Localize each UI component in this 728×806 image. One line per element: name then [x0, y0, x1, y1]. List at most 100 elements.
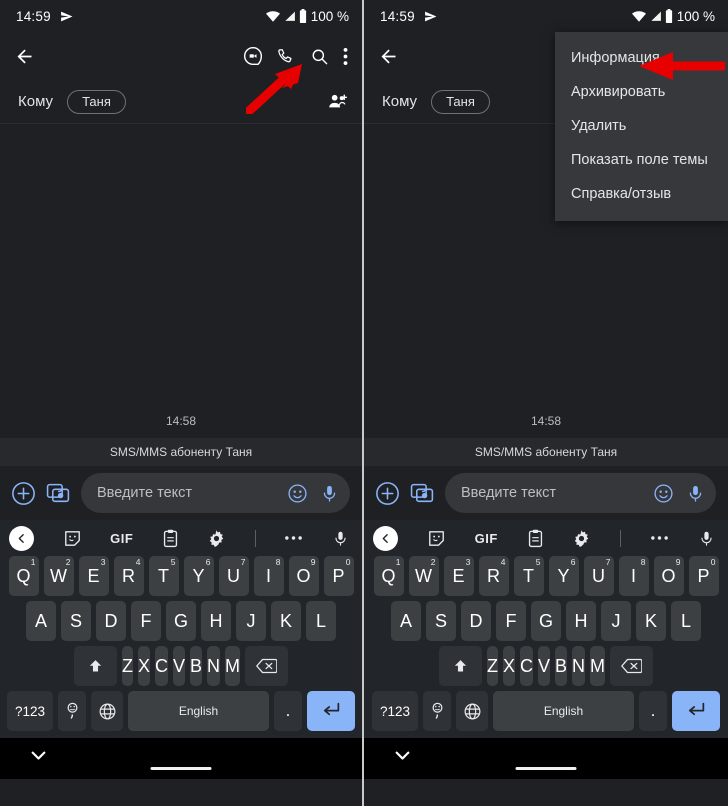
- recipient-chip-tanya[interactable]: Таня: [67, 89, 126, 114]
- clipboard-icon[interactable]: [162, 529, 179, 548]
- key-g[interactable]: G: [166, 601, 196, 641]
- home-indicator[interactable]: [515, 767, 577, 770]
- menu-item-show-subject-field[interactable]: Показать поле темы: [555, 143, 728, 177]
- key-v[interactable]: V: [537, 646, 550, 686]
- gear-icon[interactable]: [572, 529, 591, 548]
- chevron-down-icon[interactable]: [31, 751, 46, 761]
- shift-up-icon[interactable]: [73, 646, 117, 686]
- key-b[interactable]: B: [190, 646, 203, 686]
- emoji-icon[interactable]: [287, 483, 308, 504]
- key-d[interactable]: D: [96, 601, 126, 641]
- recipient-chip-tanya[interactable]: Таня: [431, 89, 490, 114]
- key-o[interactable]: 9O: [653, 556, 684, 596]
- key-p[interactable]: 0P: [323, 556, 354, 596]
- key-c[interactable]: C: [519, 646, 533, 686]
- microphone-icon[interactable]: [332, 529, 349, 548]
- overflow-menu-icon[interactable]: [343, 47, 348, 66]
- key-y[interactable]: 6Y: [548, 556, 579, 596]
- key-q[interactable]: 1Q: [8, 556, 39, 596]
- key-t[interactable]: 5T: [513, 556, 544, 596]
- key-n[interactable]: N: [207, 646, 221, 686]
- microphone-icon[interactable]: [320, 484, 339, 503]
- key-f[interactable]: F: [496, 601, 526, 641]
- key-e[interactable]: 3E: [78, 556, 109, 596]
- clipboard-icon[interactable]: [527, 529, 544, 548]
- key-u[interactable]: 7U: [583, 556, 614, 596]
- key-s[interactable]: S: [426, 601, 456, 641]
- sticker-icon[interactable]: [63, 529, 82, 548]
- key-l[interactable]: L: [671, 601, 701, 641]
- globe-language-icon[interactable]: [456, 691, 488, 731]
- key-d[interactable]: D: [461, 601, 491, 641]
- key-h[interactable]: H: [566, 601, 596, 641]
- key-m[interactable]: M: [225, 646, 241, 686]
- key-i[interactable]: 8I: [618, 556, 649, 596]
- menu-item-delete[interactable]: Удалить: [555, 109, 728, 143]
- key-r[interactable]: 4R: [478, 556, 509, 596]
- plus-circle-icon[interactable]: [11, 481, 36, 506]
- key-x[interactable]: X: [502, 646, 515, 686]
- key-h[interactable]: H: [201, 601, 231, 641]
- gif-button[interactable]: GIF: [110, 531, 133, 546]
- period-key[interactable]: .: [639, 691, 667, 731]
- add-person-icon[interactable]: [328, 93, 348, 110]
- video-call-icon[interactable]: [243, 46, 263, 66]
- key-z[interactable]: Z: [486, 646, 498, 686]
- key-a[interactable]: A: [391, 601, 421, 641]
- key-q[interactable]: 1Q: [373, 556, 404, 596]
- back-arrow-icon[interactable]: [378, 46, 399, 67]
- key-u[interactable]: 7U: [218, 556, 249, 596]
- enter-return-icon[interactable]: [307, 691, 355, 731]
- key-f[interactable]: F: [131, 601, 161, 641]
- key-k[interactable]: K: [271, 601, 301, 641]
- key-j[interactable]: J: [601, 601, 631, 641]
- menu-item-help-feedback[interactable]: Справка/отзыв: [555, 177, 728, 211]
- microphone-icon[interactable]: [698, 529, 715, 548]
- enter-return-icon[interactable]: [672, 691, 720, 731]
- key-w[interactable]: 2W: [408, 556, 439, 596]
- more-dots-icon[interactable]: [650, 535, 669, 541]
- menu-item-archive[interactable]: Архивировать: [555, 75, 728, 109]
- key-i[interactable]: 8I: [253, 556, 284, 596]
- key-w[interactable]: 2W: [43, 556, 74, 596]
- period-key[interactable]: .: [274, 691, 302, 731]
- symbols-key[interactable]: ?123: [372, 691, 418, 731]
- key-x[interactable]: X: [137, 646, 150, 686]
- key-s[interactable]: S: [61, 601, 91, 641]
- message-input-field[interactable]: Введите текст: [445, 473, 716, 513]
- key-y[interactable]: 6Y: [183, 556, 214, 596]
- emoji-icon[interactable]: [653, 483, 674, 504]
- gif-button[interactable]: GIF: [475, 531, 498, 546]
- key-p[interactable]: 0P: [688, 556, 719, 596]
- shift-up-icon[interactable]: [438, 646, 482, 686]
- gallery-camera-icon[interactable]: [410, 481, 435, 506]
- key-j[interactable]: J: [236, 601, 266, 641]
- search-icon[interactable]: [310, 47, 329, 66]
- more-dots-icon[interactable]: [284, 535, 303, 541]
- phone-call-icon[interactable]: [277, 47, 296, 66]
- key-g[interactable]: G: [531, 601, 561, 641]
- gear-icon[interactable]: [207, 529, 226, 548]
- key-e[interactable]: 3E: [443, 556, 474, 596]
- key-v[interactable]: V: [172, 646, 185, 686]
- chevron-left-icon[interactable]: [373, 525, 398, 551]
- home-indicator[interactable]: [150, 767, 212, 770]
- space-key[interactable]: English: [493, 691, 634, 731]
- space-key[interactable]: English: [128, 691, 269, 731]
- microphone-icon[interactable]: [686, 484, 705, 503]
- key-k[interactable]: K: [636, 601, 666, 641]
- key-a[interactable]: A: [26, 601, 56, 641]
- backspace-icon[interactable]: [245, 646, 289, 686]
- globe-language-icon[interactable]: [91, 691, 123, 731]
- key-z[interactable]: Z: [121, 646, 133, 686]
- menu-item-information[interactable]: Информация: [555, 41, 728, 75]
- comma-key[interactable]: [423, 691, 451, 731]
- back-arrow-icon[interactable]: [14, 46, 35, 67]
- comma-key[interactable]: [58, 691, 86, 731]
- message-input-field[interactable]: Введите текст: [81, 473, 350, 513]
- key-n[interactable]: N: [572, 646, 586, 686]
- key-l[interactable]: L: [306, 601, 336, 641]
- key-o[interactable]: 9O: [288, 556, 319, 596]
- backspace-icon[interactable]: [610, 646, 654, 686]
- key-t[interactable]: 5T: [148, 556, 179, 596]
